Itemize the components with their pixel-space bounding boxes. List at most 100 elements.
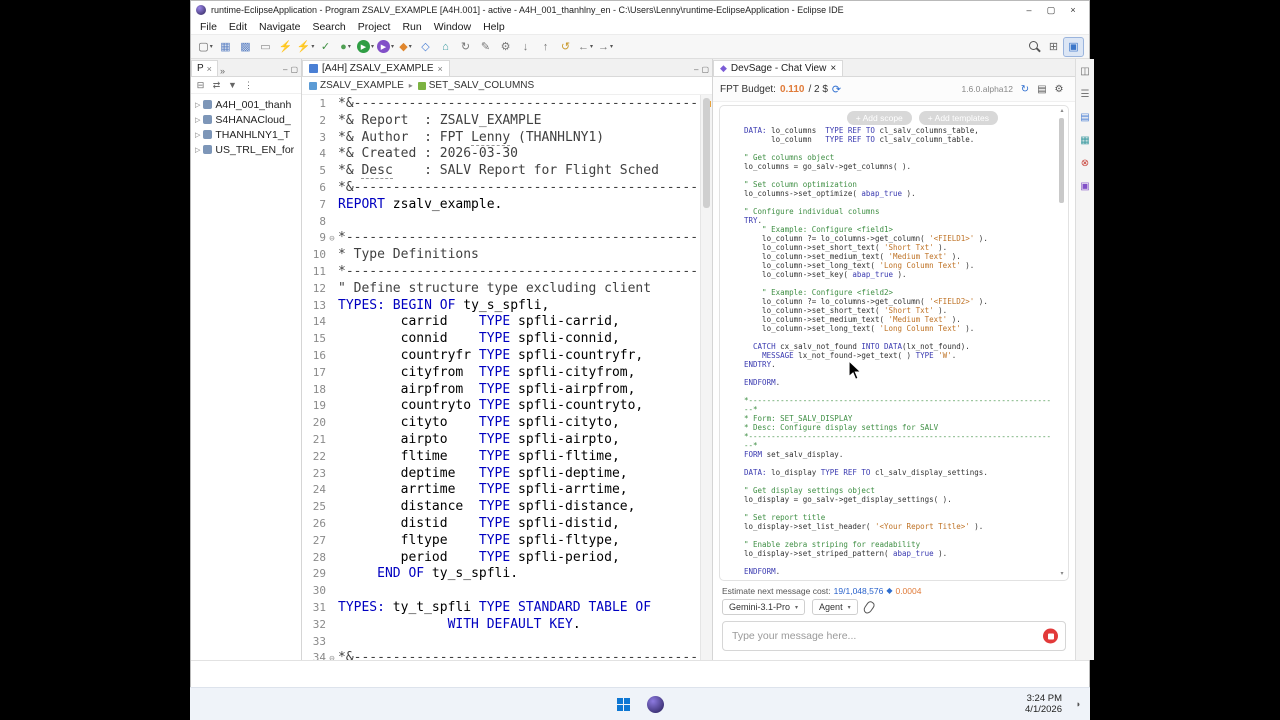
code-line[interactable]: 23 deptime TYPE spfli-deptime, bbox=[302, 466, 700, 483]
message-input[interactable] bbox=[722, 621, 1066, 651]
templates-view-icon[interactable]: ▣ bbox=[1078, 179, 1093, 194]
back-button[interactable]: ← ▾ bbox=[576, 38, 595, 56]
code-line[interactable]: 22 fltime TYPE spfli-fltime, bbox=[302, 449, 700, 466]
previous-annotation-button[interactable]: ↑ bbox=[536, 38, 555, 56]
close-icon[interactable]: × bbox=[438, 64, 443, 74]
problems-view-icon[interactable]: ⊗ bbox=[1078, 156, 1093, 171]
collapse-all-icon[interactable]: ⊟ bbox=[193, 78, 208, 92]
code-line[interactable]: 21 airpto TYPE spfli-airpto, bbox=[302, 432, 700, 449]
profile-button[interactable]: ▶ ▾ bbox=[376, 38, 395, 56]
add-templates-button[interactable]: + Add templates bbox=[918, 111, 998, 125]
chat-scrollbar-thumb[interactable] bbox=[1059, 118, 1064, 203]
minimize-view-icon[interactable]: – bbox=[694, 65, 698, 74]
refresh-budget-icon[interactable]: ⟳ bbox=[832, 83, 841, 96]
code-line[interactable]: 33 bbox=[302, 634, 700, 651]
run-button[interactable]: ▶ ▾ bbox=[356, 38, 375, 56]
chat-scrollbar[interactable]: ▴ ▾ bbox=[1058, 108, 1066, 578]
code-line[interactable]: 11 *------------------------------------… bbox=[302, 264, 700, 281]
menu-window[interactable]: Window bbox=[428, 21, 477, 33]
debug-button[interactable]: ● ▾ bbox=[336, 38, 355, 56]
search-button[interactable] bbox=[1024, 38, 1043, 56]
code-line[interactable]: 4 *& Created : 2026-03-30 bbox=[302, 146, 700, 163]
toggle-occurrences-button[interactable]: ⚙ bbox=[496, 38, 515, 56]
code-line[interactable]: 24 arrtime TYPE spfli-arrtime, bbox=[302, 482, 700, 499]
code-line[interactable]: 30 bbox=[302, 583, 700, 600]
open-development-object-button[interactable]: ◇ bbox=[416, 38, 435, 56]
windows-start-button[interactable] bbox=[616, 697, 630, 711]
settings-icon[interactable]: ⚙ bbox=[1051, 80, 1067, 98]
restore-panel-icon[interactable]: ◫ bbox=[1078, 64, 1093, 79]
save-button[interactable]: ▦ bbox=[216, 38, 235, 56]
agent-mode-selector[interactable]: Agent ▾ bbox=[812, 599, 858, 615]
scroll-down-icon[interactable]: ▾ bbox=[1058, 571, 1066, 578]
maximize-view-icon[interactable]: ▢ bbox=[701, 65, 709, 74]
code-line[interactable]: 27 fltype TYPE spfli-fltype, bbox=[302, 533, 700, 550]
expand-arrow-icon[interactable]: ▷ bbox=[195, 101, 200, 109]
menu-file[interactable]: File bbox=[194, 21, 223, 33]
code-line[interactable]: 16 countryfr TYPE spfli-countryfr, bbox=[302, 348, 700, 365]
annotate-button[interactable]: ✎ bbox=[476, 38, 495, 56]
tab-zsalv-example[interactable]: [A4H] ZSALV_EXAMPLE × bbox=[302, 60, 450, 76]
code-line[interactable]: 5 *& Desc : SALV Report for Flight Sched bbox=[302, 163, 700, 180]
transport-view-icon[interactable]: ▦ bbox=[1078, 133, 1093, 148]
code-line[interactable]: 32 WITH DEFAULT KEY. bbox=[302, 617, 700, 634]
code-line[interactable]: 10 * Type Definitions bbox=[302, 247, 700, 264]
editor-scrollbar[interactable] bbox=[700, 95, 712, 660]
code-line[interactable]: 3 *& Author : FPT Lenny (THANHLNY1) bbox=[302, 129, 700, 147]
unit-test-view-icon[interactable]: ▤ bbox=[1078, 110, 1093, 125]
code-line[interactable]: 26 distid TYPE spfli-distid, bbox=[302, 516, 700, 533]
code-line[interactable]: 13 TYPES: BEGIN OF ty_s_spfli, bbox=[302, 298, 700, 315]
next-annotation-button[interactable]: ↓ bbox=[516, 38, 535, 56]
forward-button[interactable]: → ▾ bbox=[596, 38, 615, 56]
tab-project-explorer[interactable]: P × bbox=[191, 60, 218, 76]
menu-search[interactable]: Search bbox=[306, 21, 351, 33]
scroll-up-icon[interactable]: ▴ bbox=[1058, 108, 1066, 115]
code-line[interactable]: 7 REPORT zsalv_example. bbox=[302, 197, 700, 214]
view-menu-icon[interactable]: ⋮ bbox=[241, 78, 256, 92]
attach-file-icon[interactable] bbox=[861, 599, 876, 615]
menu-edit[interactable]: Edit bbox=[223, 21, 253, 33]
open-perspective-button[interactable]: ⊞ bbox=[1044, 38, 1063, 56]
close-icon[interactable]: × bbox=[830, 63, 836, 74]
menu-help[interactable]: Help bbox=[477, 21, 511, 33]
breadcrumb-item-form[interactable]: SET_SALV_COLUMNS bbox=[417, 80, 534, 91]
breadcrumb-item-report[interactable]: ZSALV_EXAMPLE bbox=[309, 80, 404, 91]
code-line[interactable]: 28 period TYPE spfli-period, bbox=[302, 550, 700, 567]
code-line[interactable]: 19 countryto TYPE spfli-countryto, bbox=[302, 398, 700, 415]
tree-item-project[interactable]: ▷ S4HANACloud_ bbox=[191, 112, 301, 127]
code-line[interactable]: 1 *&------------------------------------… bbox=[302, 96, 700, 113]
tab-devsage-chat[interactable]: ◆ DevSage - Chat View × bbox=[713, 60, 844, 76]
code-line[interactable]: 8 bbox=[302, 214, 700, 231]
code-line[interactable]: 20 cityto TYPE spfli-cityto, bbox=[302, 415, 700, 432]
scrollbar-thumb[interactable] bbox=[703, 98, 710, 208]
link-with-editor-icon[interactable]: ⇄ bbox=[209, 78, 224, 92]
sync-icon[interactable]: ↻ bbox=[1017, 80, 1033, 98]
menu-project[interactable]: Project bbox=[352, 21, 397, 33]
code-line[interactable]: 31 TYPES: ty_t_spfli TYPE STANDARD TABLE… bbox=[302, 600, 700, 617]
code-line[interactable]: 12 " Define structure type excluding cli… bbox=[302, 281, 700, 298]
code-editor[interactable]: 1 *&------------------------------------… bbox=[302, 95, 712, 660]
code-line[interactable]: 29 END OF ty_s_spfli. bbox=[302, 566, 700, 583]
last-edit-location-button[interactable]: ↺ bbox=[556, 38, 575, 56]
close-button[interactable]: × bbox=[1062, 5, 1084, 16]
filter-icon[interactable]: ▼ bbox=[225, 78, 240, 92]
abap-perspective-button[interactable]: ▣ bbox=[1063, 36, 1084, 57]
model-selector[interactable]: Gemini-3.1-Pro ▾ bbox=[722, 599, 806, 615]
notification-tray-icon[interactable]: ◗ bbox=[1076, 699, 1081, 709]
code-line[interactable]: 6 *&------------------------------------… bbox=[302, 180, 700, 197]
new-wizard-button[interactable]: ▢ ▾ bbox=[196, 38, 215, 56]
save-all-button[interactable]: ▩ bbox=[236, 38, 255, 56]
atc-check-button[interactable]: ✓ bbox=[316, 38, 335, 56]
menu-run[interactable]: Run bbox=[396, 21, 427, 33]
code-line[interactable]: 25 distance TYPE spfli-distance, bbox=[302, 499, 700, 516]
mass-activate-button[interactable]: ⚡ ▾ bbox=[296, 38, 315, 56]
tree-item-project[interactable]: ▷ THANHLNY1_T bbox=[191, 127, 301, 142]
code-line[interactable]: 14 carrid TYPE spfli-carrid, bbox=[302, 314, 700, 331]
taskbar-eclipse-icon[interactable] bbox=[646, 695, 664, 713]
code-line[interactable]: 18 airpfrom TYPE spfli-airpfrom, bbox=[302, 382, 700, 399]
tab-overflow-icon[interactable]: » bbox=[220, 66, 225, 76]
minimize-button[interactable]: – bbox=[1018, 5, 1040, 16]
expand-arrow-icon[interactable]: ▷ bbox=[195, 131, 200, 139]
code-line[interactable]: 34 ⊖ *&-----------------------------------… bbox=[302, 650, 700, 660]
add-scope-button[interactable]: + Add scope bbox=[846, 111, 912, 125]
